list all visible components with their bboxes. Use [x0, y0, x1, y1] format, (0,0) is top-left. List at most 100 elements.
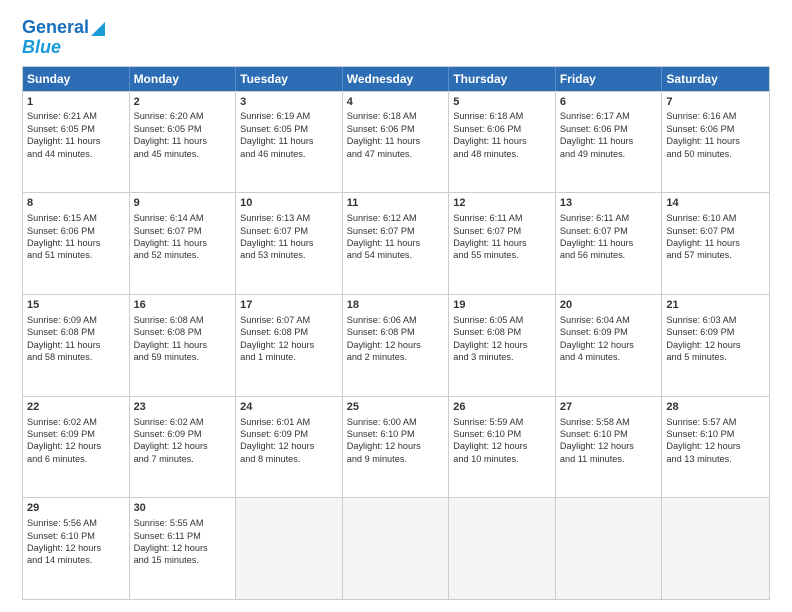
day-info-line: Sunrise: 6:08 AM	[134, 314, 232, 326]
day-info-line: and 46 minutes.	[240, 148, 338, 160]
day-info-line: and 9 minutes.	[347, 453, 445, 465]
day-info-line: Daylight: 11 hours	[666, 135, 765, 147]
day-info-line: Daylight: 11 hours	[666, 237, 765, 249]
calendar-row: 22Sunrise: 6:02 AMSunset: 6:09 PMDayligh…	[23, 396, 769, 498]
page: General Blue SundayMondayTuesdayWednesda…	[0, 0, 792, 612]
day-info-line: and 58 minutes.	[27, 351, 125, 363]
day-info-line: Sunrise: 5:55 AM	[134, 517, 232, 529]
day-number: 16	[134, 298, 232, 313]
logo-triangle-icon	[91, 22, 105, 36]
calendar-row: 15Sunrise: 6:09 AMSunset: 6:08 PMDayligh…	[23, 294, 769, 396]
day-header-tuesday: Tuesday	[236, 67, 343, 91]
calendar-cell	[236, 498, 343, 599]
day-info-line: Sunset: 6:06 PM	[666, 123, 765, 135]
day-number: 6	[560, 95, 658, 110]
calendar-cell: 28Sunrise: 5:57 AMSunset: 6:10 PMDayligh…	[662, 397, 769, 498]
day-info-line: and 48 minutes.	[453, 148, 551, 160]
day-info-line: Daylight: 12 hours	[347, 339, 445, 351]
day-header-monday: Monday	[130, 67, 237, 91]
day-info-line: Daylight: 11 hours	[560, 237, 658, 249]
day-info-line: Daylight: 11 hours	[347, 237, 445, 249]
day-info-line: Sunset: 6:06 PM	[453, 123, 551, 135]
day-info-line: Sunrise: 6:11 AM	[560, 212, 658, 224]
day-info-line: Sunrise: 6:13 AM	[240, 212, 338, 224]
day-info-line: Daylight: 11 hours	[453, 135, 551, 147]
day-info-line: Daylight: 12 hours	[240, 339, 338, 351]
calendar-cell: 4Sunrise: 6:18 AMSunset: 6:06 PMDaylight…	[343, 92, 450, 193]
calendar-cell	[343, 498, 450, 599]
day-info-line: Daylight: 11 hours	[134, 339, 232, 351]
calendar-cell	[449, 498, 556, 599]
calendar-cell: 25Sunrise: 6:00 AMSunset: 6:10 PMDayligh…	[343, 397, 450, 498]
day-info-line: Daylight: 12 hours	[27, 440, 125, 452]
day-info-line: Sunset: 6:05 PM	[134, 123, 232, 135]
day-info-line: Sunset: 6:07 PM	[347, 225, 445, 237]
day-number: 1	[27, 95, 125, 110]
day-info-line: Sunrise: 5:57 AM	[666, 416, 765, 428]
day-number: 21	[666, 298, 765, 313]
day-info-line: Sunrise: 5:59 AM	[453, 416, 551, 428]
calendar-row: 1Sunrise: 6:21 AMSunset: 6:05 PMDaylight…	[23, 91, 769, 193]
day-info-line: Sunrise: 6:07 AM	[240, 314, 338, 326]
calendar-cell	[662, 498, 769, 599]
day-info-line: Sunrise: 6:14 AM	[134, 212, 232, 224]
day-info-line: Daylight: 11 hours	[27, 237, 125, 249]
day-number: 24	[240, 400, 338, 415]
day-header-thursday: Thursday	[449, 67, 556, 91]
day-number: 19	[453, 298, 551, 313]
day-header-saturday: Saturday	[662, 67, 769, 91]
day-info-line: Sunset: 6:09 PM	[27, 428, 125, 440]
day-info-line: Daylight: 12 hours	[134, 542, 232, 554]
day-info-line: and 3 minutes.	[453, 351, 551, 363]
day-info-line: Sunset: 6:07 PM	[666, 225, 765, 237]
calendar-cell: 29Sunrise: 5:56 AMSunset: 6:10 PMDayligh…	[23, 498, 130, 599]
day-info-line: Daylight: 12 hours	[240, 440, 338, 452]
day-info-line: Sunrise: 6:12 AM	[347, 212, 445, 224]
day-info-line: and 50 minutes.	[666, 148, 765, 160]
day-info-line: Sunrise: 6:19 AM	[240, 110, 338, 122]
day-info-line: and 52 minutes.	[134, 249, 232, 261]
logo-blue-text: Blue	[22, 38, 61, 58]
day-number: 9	[134, 196, 232, 211]
calendar-cell: 15Sunrise: 6:09 AMSunset: 6:08 PMDayligh…	[23, 295, 130, 396]
day-info-line: Sunset: 6:05 PM	[27, 123, 125, 135]
calendar-cell: 14Sunrise: 6:10 AMSunset: 6:07 PMDayligh…	[662, 193, 769, 294]
day-info-line: Daylight: 11 hours	[240, 135, 338, 147]
day-info-line: and 59 minutes.	[134, 351, 232, 363]
day-info-line: Daylight: 12 hours	[347, 440, 445, 452]
calendar-cell: 8Sunrise: 6:15 AMSunset: 6:06 PMDaylight…	[23, 193, 130, 294]
day-info-line: Sunset: 6:11 PM	[134, 530, 232, 542]
day-number: 12	[453, 196, 551, 211]
day-info-line: Sunrise: 6:06 AM	[347, 314, 445, 326]
day-info-line: Daylight: 11 hours	[347, 135, 445, 147]
day-number: 22	[27, 400, 125, 415]
day-info-line: Sunrise: 6:16 AM	[666, 110, 765, 122]
day-info-line: Sunrise: 6:18 AM	[453, 110, 551, 122]
day-info-line: and 4 minutes.	[560, 351, 658, 363]
day-info-line: Sunset: 6:10 PM	[347, 428, 445, 440]
day-header-wednesday: Wednesday	[343, 67, 450, 91]
day-number: 14	[666, 196, 765, 211]
day-number: 29	[27, 501, 125, 516]
day-info-line: and 7 minutes.	[134, 453, 232, 465]
day-number: 3	[240, 95, 338, 110]
day-info-line: Sunset: 6:07 PM	[240, 225, 338, 237]
calendar-cell: 19Sunrise: 6:05 AMSunset: 6:08 PMDayligh…	[449, 295, 556, 396]
day-info-line: Sunrise: 6:15 AM	[27, 212, 125, 224]
logo: General Blue	[22, 18, 105, 58]
day-number: 5	[453, 95, 551, 110]
calendar-cell: 17Sunrise: 6:07 AMSunset: 6:08 PMDayligh…	[236, 295, 343, 396]
day-number: 2	[134, 95, 232, 110]
day-info-line: Daylight: 11 hours	[453, 237, 551, 249]
day-info-line: Sunrise: 6:09 AM	[27, 314, 125, 326]
day-info-line: and 56 minutes.	[560, 249, 658, 261]
day-number: 11	[347, 196, 445, 211]
calendar-row: 29Sunrise: 5:56 AMSunset: 6:10 PMDayligh…	[23, 497, 769, 599]
calendar-cell: 3Sunrise: 6:19 AMSunset: 6:05 PMDaylight…	[236, 92, 343, 193]
day-number: 17	[240, 298, 338, 313]
day-info-line: Daylight: 12 hours	[453, 440, 551, 452]
day-info-line: and 49 minutes.	[560, 148, 658, 160]
day-info-line: Sunset: 6:10 PM	[27, 530, 125, 542]
day-info-line: Sunrise: 6:21 AM	[27, 110, 125, 122]
day-info-line: Daylight: 11 hours	[27, 339, 125, 351]
